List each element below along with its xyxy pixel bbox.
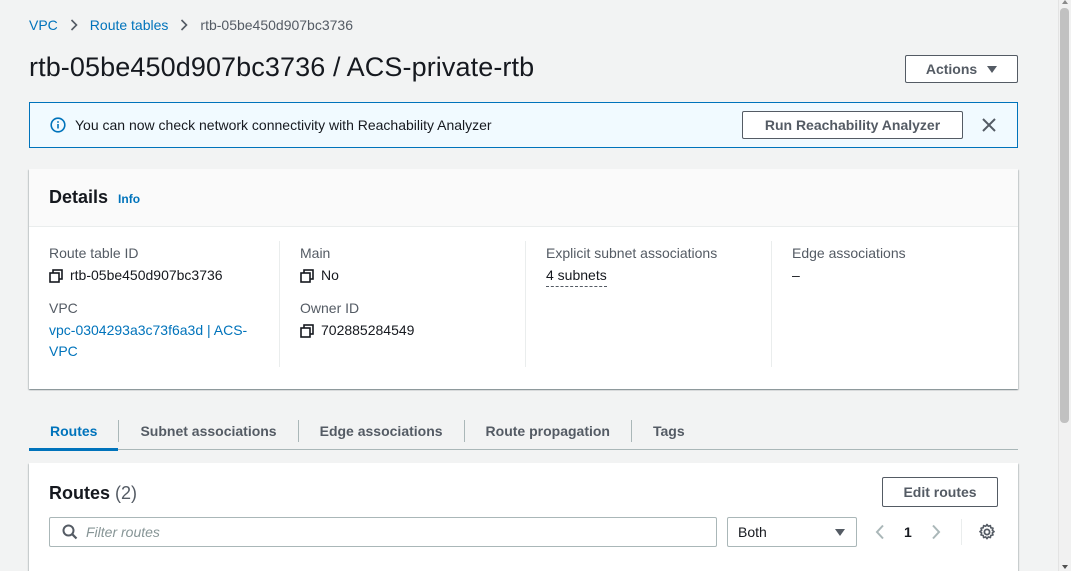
actions-button[interactable]: Actions (905, 55, 1018, 83)
route-table-id-value: rtb-05be450d907bc3736 (49, 265, 269, 286)
page-number[interactable]: 1 (904, 524, 912, 540)
route-type-select-value: Both (738, 524, 767, 540)
owner-id-label: Owner ID (300, 300, 360, 316)
routes-panel: Routes (2) Edit routes Both 1 (29, 463, 1018, 571)
info-link[interactable]: Info (118, 192, 140, 206)
pagination: 1 (875, 519, 941, 545)
actions-button-label: Actions (925, 61, 978, 77)
filter-routes-input[interactable] (86, 524, 686, 540)
pagination-divider (961, 519, 962, 545)
details-column-1: Route table ID rtb-05be450d907bc3736 VPC… (29, 241, 279, 367)
chevron-right-icon (180, 19, 189, 31)
close-icon[interactable] (980, 116, 998, 134)
details-column-4: Edge associations – (771, 241, 1017, 367)
vpc-value: vpc-0304293a3c73f6a3d | ACS-VPC (49, 320, 269, 362)
subnet-associations-label: Explicit subnet associations (546, 245, 718, 261)
tab-edge-associations[interactable]: Edge associations (299, 412, 464, 450)
run-reachability-analyzer-button[interactable]: Run Reachability Analyzer (742, 111, 963, 139)
copy-icon[interactable] (49, 268, 63, 283)
info-icon (50, 117, 66, 133)
details-heading: Details (49, 187, 109, 207)
edit-routes-button[interactable]: Edit routes (882, 477, 998, 507)
chevron-left-icon[interactable] (875, 524, 885, 540)
subnet-associations-popover[interactable]: 4 subnets (546, 265, 607, 287)
main-label: Main (300, 245, 331, 261)
chevron-right-icon[interactable] (931, 524, 941, 540)
subnet-associations-value: 4 subnets (546, 265, 761, 287)
details-column-2: Main No Owner ID 702885284549 (279, 241, 525, 367)
routes-heading: Routes (2) (49, 483, 137, 504)
vertical-scrollbar[interactable] (1058, 0, 1071, 571)
chevron-right-icon (70, 19, 78, 31)
copy-icon[interactable] (300, 268, 314, 283)
breadcrumb: VPC Route tables rtb-05be450d907bc3736 (29, 17, 353, 33)
main-value-text: No (321, 267, 339, 283)
scrollbar-thumb[interactable] (1060, 8, 1069, 423)
details-panel: Details Info Route table ID rtb-05be450d… (29, 169, 1018, 389)
edge-associations-value: – (792, 267, 800, 283)
routes-count: (2) (115, 483, 138, 503)
tab-route-propagation[interactable]: Route propagation (465, 412, 631, 450)
breadcrumb-route-tables-link[interactable]: Route tables (90, 17, 169, 33)
tab-bar: Routes Subnet associations Edge associat… (29, 412, 1018, 451)
scroll-up-arrow-icon[interactable] (1062, 0, 1068, 4)
tab-subnet-associations[interactable]: Subnet associations (119, 412, 297, 450)
route-table-id-text: rtb-05be450d907bc3736 (70, 267, 223, 283)
edge-associations-label: Edge associations (792, 245, 906, 261)
route-table-id-label: Route table ID (49, 245, 139, 261)
gear-icon[interactable] (978, 523, 996, 541)
copy-icon[interactable] (300, 323, 314, 338)
filter-routes-field (49, 517, 717, 547)
breadcrumb-vpc-link[interactable]: VPC (29, 17, 58, 33)
tab-tags[interactable]: Tags (632, 412, 706, 450)
route-type-select[interactable]: Both (727, 517, 857, 547)
vpc-link[interactable]: vpc-0304293a3c73f6a3d | ACS-VPC (49, 320, 269, 362)
details-body: Route table ID rtb-05be450d907bc3736 VPC… (29, 227, 1018, 367)
main-value: No (300, 265, 515, 286)
search-icon (62, 524, 78, 540)
page: VPC Route tables rtb-05be450d907bc3736 r… (0, 0, 1058, 571)
page-title: rtb-05be450d907bc3736 / ACS-private-rtb (29, 52, 535, 82)
breadcrumb-current: rtb-05be450d907bc3736 (200, 17, 353, 33)
scroll-down-arrow-icon[interactable] (1062, 565, 1068, 569)
routes-title: Routes (49, 483, 111, 503)
owner-id-value: 702885284549 (300, 320, 515, 341)
tab-routes[interactable]: Routes (29, 412, 119, 451)
owner-id-text: 702885284549 (321, 322, 415, 338)
caret-down-icon (987, 65, 998, 73)
info-flash-banner: You can now check network connectivity w… (29, 102, 1018, 148)
caret-down-icon (835, 528, 845, 536)
flash-message: You can now check network connectivity w… (75, 117, 492, 133)
details-header: Details Info (29, 169, 1018, 227)
details-column-3: Explicit subnet associations 4 subnets (525, 241, 771, 367)
vpc-label: VPC (49, 300, 78, 316)
